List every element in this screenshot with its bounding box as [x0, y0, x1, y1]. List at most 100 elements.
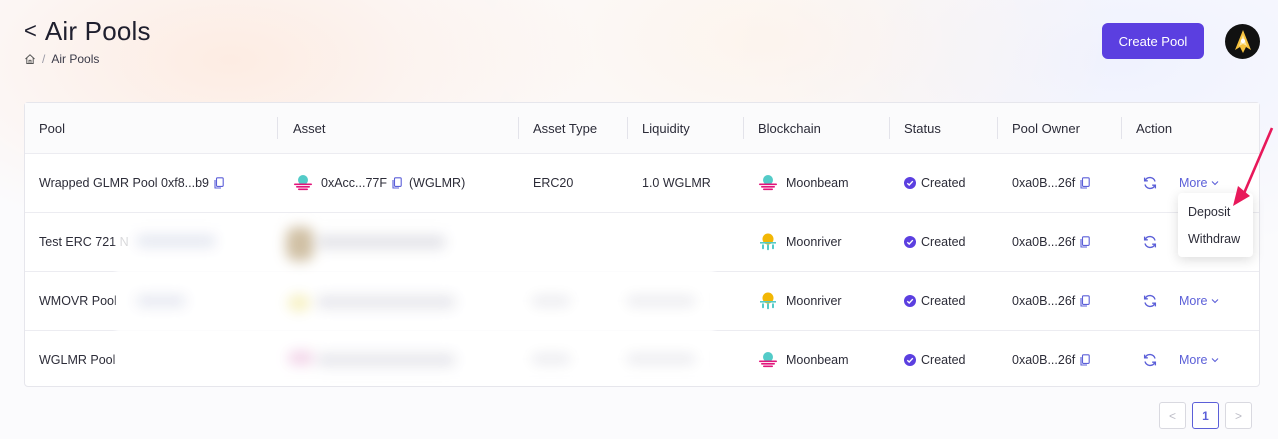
- pool-name: WMOVR Pool: [39, 294, 117, 308]
- pool-cell: WMOVR Pool: [39, 272, 117, 330]
- more-dropdown[interactable]: More: [1179, 176, 1219, 190]
- pool-name: Wrapped GLMR Pool 0xf8...b9: [39, 176, 209, 190]
- status-badge: Created: [921, 294, 966, 308]
- status-badge: Created: [921, 235, 966, 249]
- column-header-pool-owner: Pool Owner: [1012, 121, 1080, 136]
- column-divider: [1121, 117, 1122, 139]
- asset-address: 0xAcc...77F: [321, 176, 387, 190]
- owner-address: 0xa0B...26f: [1012, 294, 1076, 308]
- action-cell: More: [1142, 272, 1219, 330]
- page-title: Air Pools: [44, 16, 151, 46]
- redacted-blob: [626, 295, 696, 307]
- moonbeam-icon: [759, 175, 777, 191]
- column-divider: [277, 117, 278, 139]
- blockchain-cell: Moonbeam: [758, 331, 849, 389]
- more-label: More: [1179, 176, 1208, 190]
- owner-address: 0xa0B...26f: [1012, 235, 1076, 249]
- column-header-action: Action: [1136, 121, 1173, 136]
- status-badge: Created: [921, 176, 966, 190]
- blockchain-name: Moonriver: [786, 294, 842, 308]
- pagination: < 1 >: [1159, 402, 1252, 429]
- column-divider: [997, 117, 998, 139]
- copy-icon[interactable]: [1080, 236, 1090, 248]
- status-cell: Created: [904, 213, 965, 271]
- pagination-page-button[interactable]: 1: [1192, 402, 1219, 429]
- redacted-blob: [316, 295, 456, 309]
- column-divider: [627, 117, 628, 139]
- owner-cell: 0xa0B...26f: [1012, 272, 1090, 330]
- blockchain-name: Moonbeam: [786, 176, 849, 190]
- redacted-blob: [531, 353, 571, 365]
- owner-cell: 0xa0B...26f: [1012, 213, 1090, 271]
- copy-icon[interactable]: [392, 177, 402, 189]
- blockchain-cell: Moonriver: [758, 272, 842, 330]
- redacted-blob: [136, 295, 186, 307]
- redacted-region: [116, 221, 714, 381]
- page-header: < Air Pools / Air Pools: [24, 16, 151, 66]
- breadcrumb-current: Air Pools: [51, 52, 100, 66]
- more-dropdown[interactable]: More: [1179, 353, 1219, 367]
- title-row: < Air Pools: [24, 16, 151, 46]
- avatar-logo-icon: [1234, 29, 1251, 53]
- copy-icon[interactable]: [214, 177, 224, 189]
- refresh-icon[interactable]: [1142, 234, 1158, 250]
- more-dropdown[interactable]: More: [1179, 294, 1219, 308]
- column-header-liquidity: Liquidity: [642, 121, 690, 136]
- moonbeam-icon: [294, 175, 312, 191]
- blockchain-name: Moonriver: [786, 235, 842, 249]
- home-icon[interactable]: [24, 53, 36, 65]
- copy-icon[interactable]: [1080, 177, 1090, 189]
- redacted-blob: [136, 235, 216, 247]
- chevron-down-icon: [1212, 299, 1219, 304]
- column-header-asset-type: Asset Type: [533, 121, 598, 136]
- back-icon[interactable]: <: [24, 16, 37, 46]
- owner-cell: 0xa0B...26f: [1012, 154, 1090, 212]
- refresh-icon[interactable]: [1142, 352, 1158, 368]
- action-cell: [1142, 213, 1158, 271]
- owner-cell: 0xa0B...26f: [1012, 331, 1090, 389]
- owner-address: 0xa0B...26f: [1012, 176, 1076, 190]
- liquidity-cell: 1.0 WGLMR: [642, 176, 711, 190]
- redacted-blob: [288, 351, 314, 365]
- chevron-down-icon: [1212, 358, 1219, 363]
- check-circle-icon: [904, 177, 916, 189]
- more-label: More: [1179, 294, 1208, 308]
- refresh-icon[interactable]: [1142, 293, 1158, 309]
- copy-icon[interactable]: [1080, 354, 1090, 366]
- more-label: More: [1179, 353, 1208, 367]
- column-header-status: Status: [904, 121, 941, 136]
- column-header-blockchain: Blockchain: [758, 121, 821, 136]
- redacted-blob: [626, 353, 696, 365]
- moonriver-icon: [760, 292, 776, 310]
- blockchain-name: Moonbeam: [786, 353, 849, 367]
- withdraw-menu-item[interactable]: Withdraw: [1178, 226, 1253, 253]
- column-header-asset: Asset: [293, 121, 326, 136]
- moonbeam-icon: [759, 352, 777, 368]
- blockchain-cell: Moonbeam: [758, 154, 849, 212]
- avatar[interactable]: [1225, 24, 1260, 59]
- copy-icon[interactable]: [1080, 295, 1090, 307]
- status-cell: Created: [904, 272, 965, 330]
- status-cell: Created: [904, 331, 965, 389]
- redacted-blob: [316, 353, 456, 367]
- refresh-icon[interactable]: [1142, 175, 1158, 191]
- redacted-blob: [531, 295, 571, 307]
- redacted-blob: [316, 235, 446, 249]
- status-cell: Created: [904, 154, 965, 212]
- column-divider: [743, 117, 744, 139]
- pagination-prev-button[interactable]: <: [1159, 402, 1186, 429]
- column-header-pool: Pool: [39, 121, 66, 136]
- create-pool-button[interactable]: Create Pool: [1102, 23, 1204, 59]
- owner-address: 0xa0B...26f: [1012, 353, 1076, 367]
- moonriver-icon: [760, 233, 776, 251]
- redacted-blob: [286, 227, 314, 261]
- pagination-next-button[interactable]: >: [1225, 402, 1252, 429]
- breadcrumb: / Air Pools: [24, 52, 151, 66]
- column-divider: [889, 117, 890, 139]
- asset-cell: 0xAcc...77F (WGLMR): [293, 154, 465, 212]
- pool-cell: Wrapped GLMR Pool 0xf8...b9: [39, 154, 224, 212]
- breadcrumb-separator: /: [42, 52, 46, 66]
- pool-cell: WGLMR Pool: [39, 331, 115, 389]
- check-circle-icon: [904, 295, 916, 307]
- chevron-down-icon: [1212, 181, 1219, 186]
